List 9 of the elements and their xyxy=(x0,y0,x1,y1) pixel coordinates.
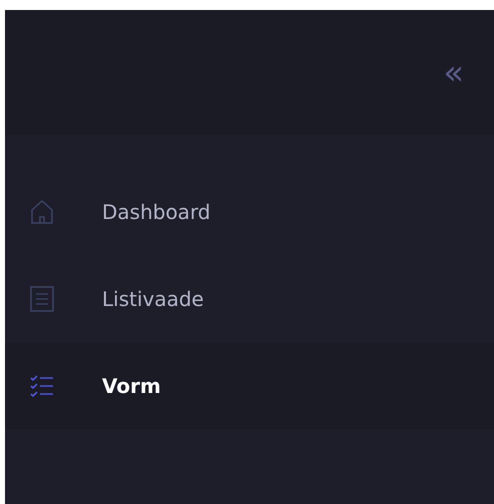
sidebar-item[interactable]: Listivaade xyxy=(5,255,494,342)
sidebar-item[interactable]: Dashboard xyxy=(5,168,494,255)
item-label: Vorm xyxy=(102,374,161,398)
home-icon xyxy=(30,198,54,224)
item-label: Listivaade xyxy=(102,286,204,310)
item-label: Dashboard xyxy=(102,200,211,224)
checklist-icon xyxy=(30,372,54,398)
sidebar-item[interactable]: Vorm xyxy=(5,342,494,429)
list-icon xyxy=(30,286,54,312)
